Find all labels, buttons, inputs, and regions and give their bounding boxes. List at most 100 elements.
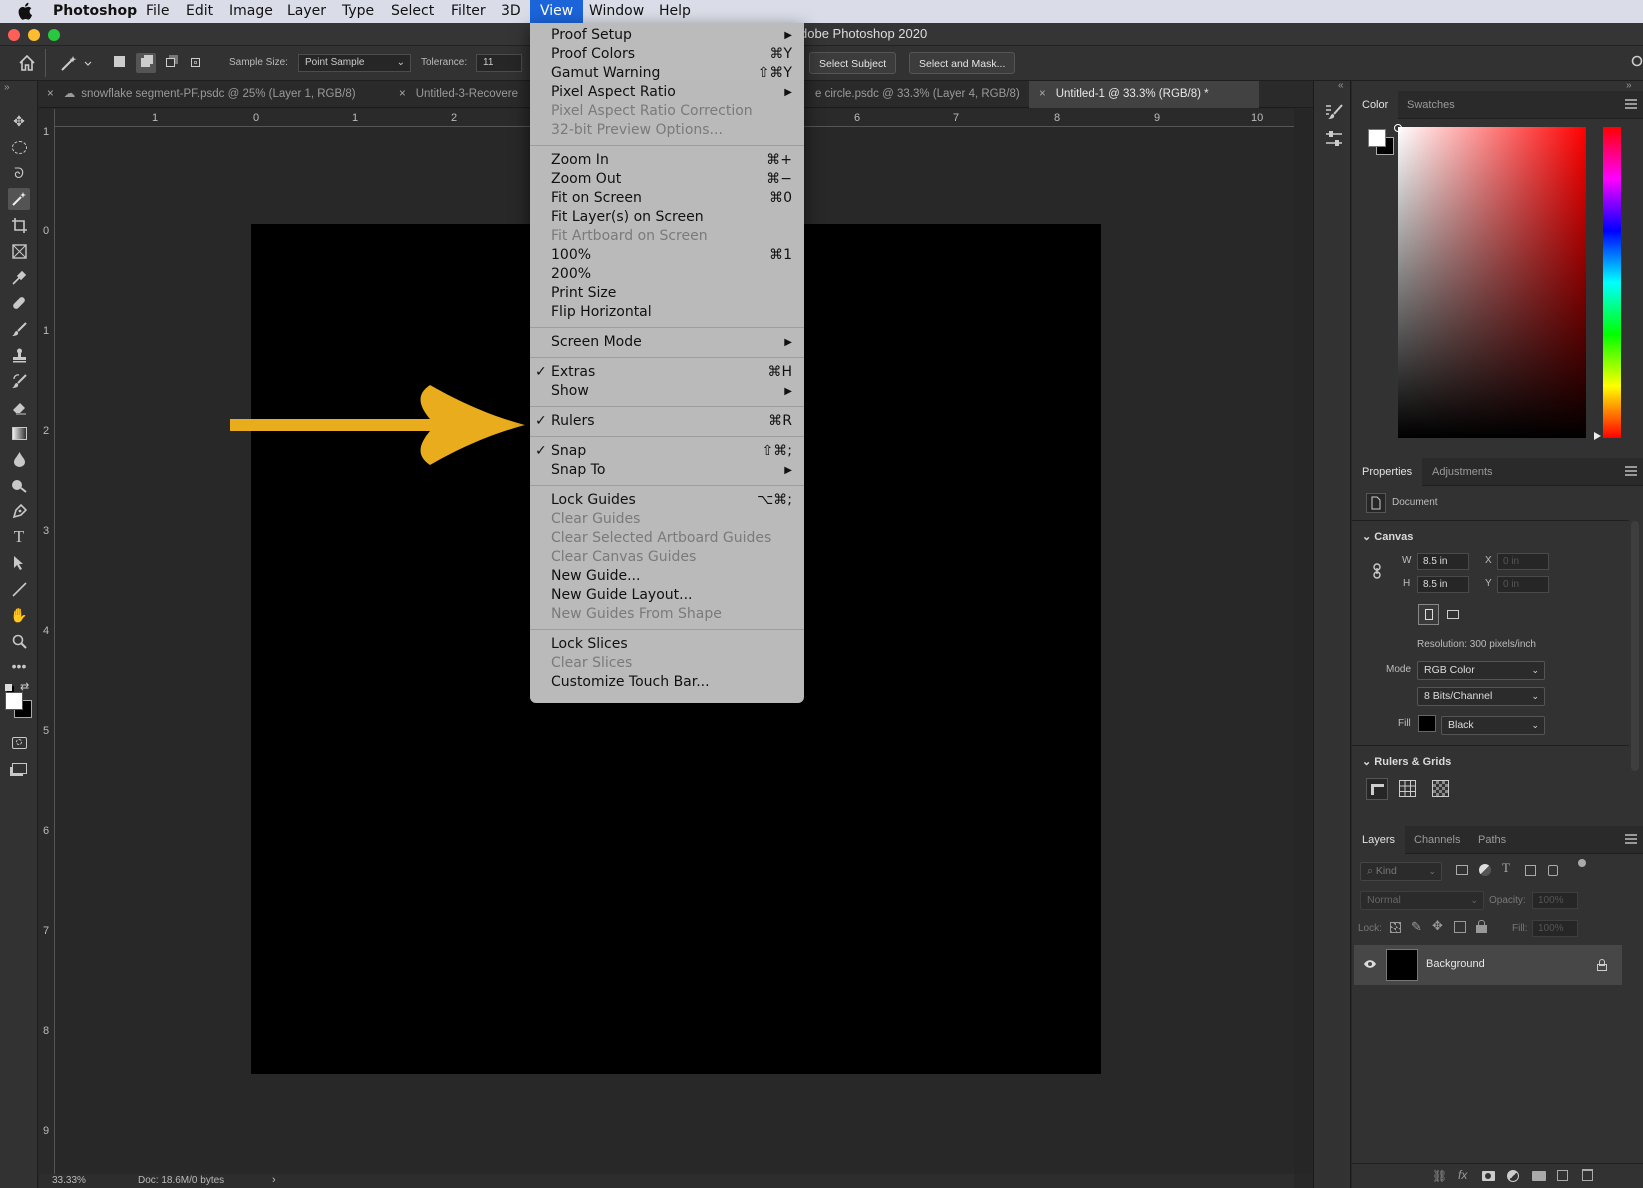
tab-circle[interactable]: e circle.psdc @ 33.3% (Layer 4, RGB/8) [803,81,1061,108]
guides-toggle-icon[interactable] [1432,780,1449,797]
tab-untitled-3[interactable]: × Untitled-3-Recovere [391,81,531,108]
menu-window[interactable]: Window [581,0,652,23]
menu-item-proof-colors[interactable]: Proof Colors ⌘Y [530,45,804,64]
tolerance-input[interactable]: 11 [476,54,522,72]
menu-item-print-size[interactable]: Print Size [530,284,804,303]
mode-select[interactable]: RGB Color ⌄ [1417,661,1545,680]
filter-adjustment-icon[interactable] [1479,864,1491,876]
add-mask-icon[interactable] [1482,1171,1495,1181]
properties-scrollbar[interactable] [1631,521,1639,771]
menu-item-extras[interactable]: ✓ Extras ⌘H [530,363,804,382]
menu-item-200[interactable]: 200% [530,265,804,284]
layer-lock-icon[interactable] [1597,959,1607,972]
tab-snowflake[interactable]: × ☁ snowflake segment-PF.psdc @ 25% (Layer… [39,81,384,108]
collapse-dock-icon[interactable]: « [1338,80,1344,91]
menu-item-pixel-aspect-ratio[interactable]: Pixel Aspect Ratio ▶ [530,83,804,102]
history-brush-tool-icon[interactable] [8,370,30,392]
tab-properties[interactable]: Properties [1352,458,1423,486]
zoom-tool-icon[interactable] [8,630,30,652]
menu-view[interactable]: View [530,0,584,23]
menu-type[interactable]: Type [334,0,382,23]
close-tab-icon[interactable]: × [47,88,54,100]
eyedropper-tool-icon[interactable] [8,266,30,288]
canvas-section-header[interactable]: ⌄ Canvas [1362,530,1413,543]
quick-mask-icon[interactable] [8,732,30,754]
menu-file[interactable]: File [138,0,177,23]
height-input[interactable]: 8.5 in [1417,576,1469,593]
rulers-grids-section-header[interactable]: ⌄ Rulers & Grids [1362,755,1451,768]
new-group-icon[interactable] [1532,1171,1546,1181]
fill-select[interactable]: Black ⌄ [1441,716,1545,735]
menu-item-lock-guides[interactable]: Lock Guides ⌥⌘; [530,491,804,510]
close-tab-icon[interactable]: × [399,88,406,100]
foreground-color-swatch[interactable] [5,692,23,710]
close-window-button[interactable] [8,29,20,41]
tab-color[interactable]: Color [1352,91,1399,119]
layer-row[interactable]: Background [1354,945,1622,985]
collapse-panels-icon[interactable]: » [1626,80,1632,91]
menu-item-proof-setup[interactable]: Proof Setup ▶ [530,26,804,45]
select-and-mask-button[interactable]: Select and Mask... [909,52,1016,74]
magic-wand-preset-icon[interactable] [60,54,92,72]
search-icon[interactable] [1628,55,1643,70]
subtract-selection-icon[interactable] [166,58,175,67]
eraser-tool-icon[interactable] [8,396,30,418]
line-tool-icon[interactable] [8,578,30,600]
crop-tool-icon[interactable] [8,214,30,236]
blur-tool-icon[interactable] [8,448,30,470]
dodge-tool-icon[interactable] [8,474,30,496]
brush-settings-icon[interactable] [1325,103,1343,121]
bit-depth-select[interactable]: 8 Bits/Channel ⌄ [1417,687,1545,706]
menu-item-lock-slices[interactable]: Lock Slices [530,635,804,654]
menu-3d[interactable]: 3D [493,0,529,23]
rulers-toggle-icon[interactable] [1366,778,1388,800]
intersect-selection-icon[interactable] [191,58,200,67]
frame-tool-icon[interactable] [8,240,30,262]
lasso-tool-icon[interactable]: ᘐ [8,162,30,184]
menu-item-snap-to[interactable]: Snap To ▶ [530,461,804,480]
link-dimensions-icon[interactable] [1372,563,1382,579]
more-tools-icon[interactable]: ••• [8,655,30,677]
hue-slider[interactable] [1603,127,1621,438]
new-adjustment-layer-icon[interactable] [1507,1170,1519,1182]
layer-style-fx-icon[interactable]: fx [1458,1168,1467,1182]
delete-layer-icon[interactable] [1582,1169,1593,1181]
filter-type-icon[interactable]: T [1502,860,1510,876]
menu-app[interactable]: Photoshop [45,0,145,23]
color-picker-field[interactable] [1398,127,1586,438]
stamp-tool-icon[interactable] [8,344,30,366]
grid-toggle-icon[interactable] [1399,780,1416,797]
canvas-vertical-scrollbar[interactable] [1294,109,1312,1174]
panel-menu-icon[interactable] [1625,466,1637,476]
hue-slider-handle[interactable] [1594,432,1601,440]
eye-visibility-icon[interactable] [1363,959,1377,969]
menu-edit[interactable]: Edit [178,0,221,23]
layer-filter-kind-select[interactable]: ⌕ Kind ⌄ [1360,862,1442,881]
menu-item-snap[interactable]: ✓ Snap ⇧⌘; [530,442,804,461]
portrait-orientation-icon[interactable] [1418,604,1439,625]
healing-brush-tool-icon[interactable] [8,292,30,314]
panel-menu-icon[interactable] [1625,99,1637,109]
pen-tool-icon[interactable] [8,500,30,522]
color-picker-handle[interactable] [1394,124,1402,132]
brush-tool-icon[interactable] [8,318,30,340]
select-subject-button[interactable]: Select Subject [809,52,897,74]
link-layers-icon[interactable]: ⛓ [1432,1169,1447,1183]
lock-position-icon[interactable]: ✥ [1432,918,1443,934]
width-input[interactable]: 8.5 in [1417,553,1469,570]
menu-item-screen-mode[interactable]: Screen Mode ▶ [530,333,804,352]
menu-item-gamut-warning[interactable]: Gamut Warning ⇧⌘Y [530,64,804,83]
menu-item-fit-layer-s-on-screen[interactable]: Fit Layer(s) on Screen [530,208,804,227]
zoom-level[interactable]: 33.33% [52,1175,86,1186]
move-tool-icon[interactable]: ✥ [8,110,30,132]
close-tab-icon[interactable]: × [1039,88,1046,100]
filter-pixel-icon[interactable] [1456,865,1468,875]
menu-item-show[interactable]: Show ▶ [530,382,804,401]
lock-paint-icon[interactable]: ✎ [1411,919,1422,935]
magic-wand-tool-icon[interactable] [8,188,30,210]
menu-item-rulers[interactable]: ✓ Rulers ⌘R [530,412,804,431]
vertical-ruler[interactable]: 1 0 1 2 3 4 5 6 7 8 9 [39,109,55,1174]
menu-item-zoom-in[interactable]: Zoom In ⌘+ [530,151,804,170]
menu-filter[interactable]: Filter [443,0,494,23]
tab-swatches[interactable]: Swatches [1397,91,1465,119]
